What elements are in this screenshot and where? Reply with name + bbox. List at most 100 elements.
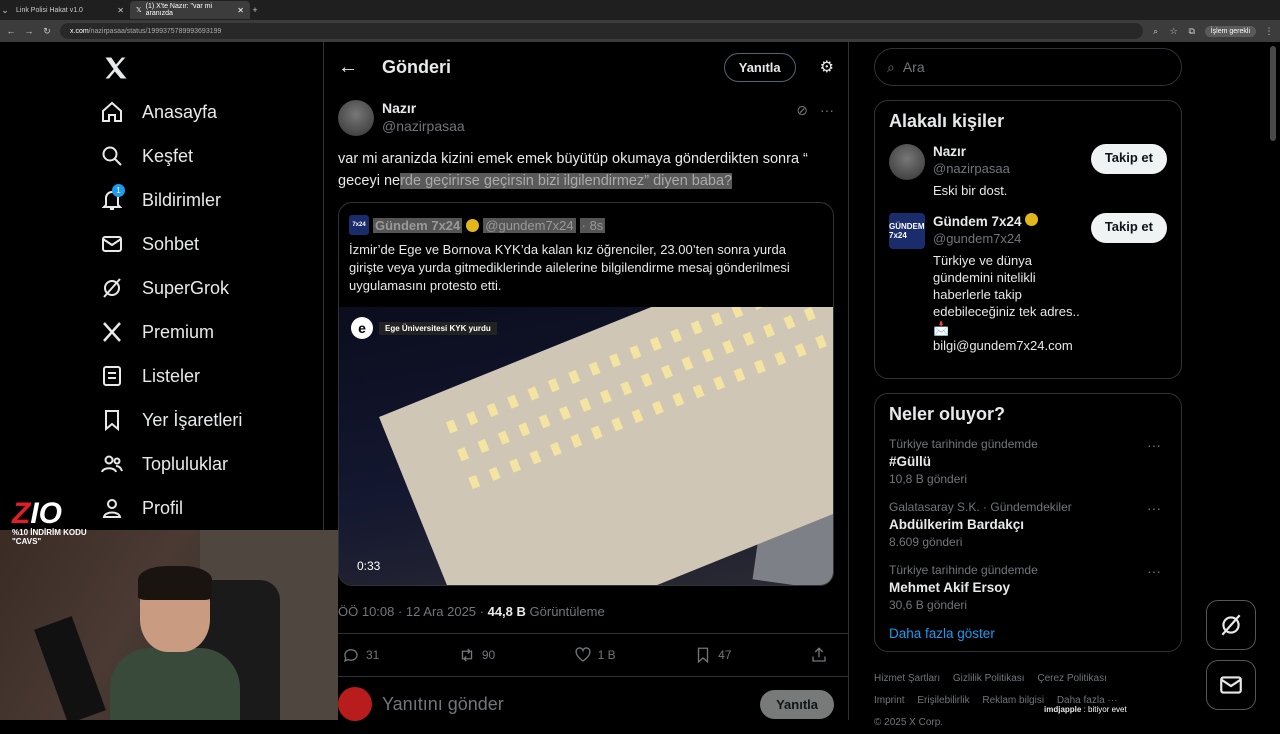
forward-arrow-icon[interactable]: → bbox=[24, 26, 34, 36]
repost-button[interactable]: 90 bbox=[458, 646, 495, 664]
chat-user: imdjapple bbox=[1044, 705, 1081, 714]
footer-link[interactable]: Çerez Politikası bbox=[1037, 673, 1106, 684]
person-bio: Türkiye ve dünya gündemini nitelikli hab… bbox=[933, 252, 1083, 354]
messages-fab-button[interactable] bbox=[1206, 660, 1256, 710]
search-icon bbox=[100, 144, 124, 168]
person-card[interactable]: Nazır @nazirpasaa Eski bir dost. Takip e… bbox=[889, 144, 1167, 199]
nav-item-home[interactable]: Anasayfa bbox=[90, 90, 320, 134]
back-arrow-icon[interactable]: ← bbox=[6, 26, 16, 36]
chat-text: : bitiyor evet bbox=[1081, 705, 1126, 714]
person-card[interactable]: GÜNDEM 7x24 Gündem 7x24 @gundem7x24 Türk… bbox=[889, 213, 1167, 354]
tab-search-icon[interactable]: ⌄ bbox=[0, 5, 10, 16]
verified-icon bbox=[1025, 213, 1038, 226]
trend-count: 10,8 B gönderi bbox=[889, 472, 1167, 486]
sliders-icon[interactable]: ⚙ bbox=[820, 57, 834, 77]
right-sidebar: ⌕ Ara Alakalı kişiler Nazır @nazirpasaa … bbox=[874, 48, 1182, 734]
browser-tab-1[interactable]: Link Polisi Hakat v1.0 ✕ bbox=[10, 1, 130, 19]
left-navigation: Anasayfa Keşfet 1 Bildirimler Sohbet Sup… bbox=[90, 46, 320, 530]
tweet-timestamp[interactable]: ÖÖ 10:08 · 12 Ara 2025 · bbox=[338, 604, 488, 619]
close-icon[interactable]: ✕ bbox=[237, 6, 244, 15]
nav-label: Premium bbox=[142, 322, 214, 343]
new-tab-icon[interactable]: + bbox=[250, 5, 260, 15]
trend-item[interactable]: Türkiye tarihinde gündemde Mehmet Akif E… bbox=[889, 563, 1167, 612]
url-path: /nazirpasaa/status/1999375789993693199 bbox=[89, 28, 222, 35]
follow-button[interactable]: Takip et bbox=[1091, 144, 1167, 174]
reply-submit-button[interactable]: Yanıtla bbox=[760, 690, 834, 719]
scrollbar[interactable] bbox=[1270, 46, 1276, 141]
nav-item-chat[interactable]: Sohbet bbox=[90, 222, 320, 266]
footer-link[interactable]: Gizlilik Politikası bbox=[953, 673, 1025, 684]
heart-icon bbox=[574, 646, 592, 664]
person-handle: @nazirpasaa bbox=[933, 161, 1083, 176]
footer-link[interactable]: Hizmet Şartları bbox=[874, 673, 940, 684]
nav-item-notifications[interactable]: 1 Bildirimler bbox=[90, 178, 320, 222]
follow-button[interactable]: Takip et bbox=[1091, 213, 1167, 243]
reply-header-button[interactable]: Yanıtla bbox=[724, 53, 796, 82]
nav-item-supergrok[interactable]: SuperGrok bbox=[90, 266, 320, 310]
nav-item-explore[interactable]: Keşfet bbox=[90, 134, 320, 178]
star-icon[interactable]: ☆ bbox=[1169, 26, 1179, 37]
close-icon[interactable]: ✕ bbox=[117, 6, 124, 15]
nav-item-premium[interactable]: Premium bbox=[90, 310, 320, 354]
repost-count: 90 bbox=[482, 648, 495, 662]
profile-button[interactable]: İşlem gerekli bbox=[1205, 26, 1256, 37]
address-bar[interactable]: x.com/nazirpasaa/status/1999375789993693… bbox=[60, 23, 1143, 39]
trend-title: #Güllü bbox=[889, 454, 1167, 469]
nav-item-communities[interactable]: Topluluklar bbox=[90, 442, 320, 486]
footer-links: Hizmet Şartları Gizlilik Politikası Çere… bbox=[874, 668, 1182, 734]
bookmark-button[interactable]: 47 bbox=[694, 646, 731, 664]
author-handle[interactable]: @nazirpasaa bbox=[382, 118, 465, 134]
streamer-body bbox=[110, 648, 240, 720]
trend-item[interactable]: Türkiye tarihinde gündemde #Güllü 10,8 B… bbox=[889, 437, 1167, 486]
x-logo-icon[interactable] bbox=[94, 46, 138, 90]
nav-item-profile[interactable]: Profil bbox=[90, 486, 320, 530]
author-name[interactable]: Nazır bbox=[382, 100, 465, 116]
zoom-icon[interactable]: ⌕ bbox=[1151, 26, 1161, 37]
quoted-tweet[interactable]: 7x24 Gündem 7x24 @gundem7x24 · 8s İzmir’… bbox=[338, 202, 834, 586]
reply-input[interactable]: Yanıtını gönder bbox=[382, 694, 750, 715]
mail-icon bbox=[100, 232, 124, 256]
back-arrow-icon[interactable]: ← bbox=[338, 56, 358, 79]
like-button[interactable]: 1 B bbox=[574, 646, 616, 664]
show-more-link[interactable]: Daha fazla göster bbox=[889, 626, 1167, 641]
extensions-icon[interactable]: ⧉ bbox=[1187, 26, 1197, 37]
video-duration: 0:33 bbox=[357, 559, 380, 573]
browser-tab-strip: ⌄ Link Polisi Hakat v1.0 ✕ 𝕏 (1) X'te Na… bbox=[0, 0, 1280, 20]
nav-item-bookmarks[interactable]: Yer İşaretleri bbox=[90, 398, 320, 442]
footer-link[interactable]: Reklam bilgisi bbox=[982, 695, 1044, 706]
more-icon[interactable]: ··· bbox=[1147, 563, 1161, 579]
more-icon[interactable]: ··· bbox=[1147, 500, 1161, 516]
footer-link[interactable]: Erişilebilirlik bbox=[917, 695, 969, 706]
trend-count: 8.609 gönderi bbox=[889, 535, 1167, 549]
menu-icon[interactable]: ⋮ bbox=[1264, 26, 1274, 37]
grok-fab-button[interactable] bbox=[1206, 600, 1256, 650]
tweet-metrics: 31 90 1 B 47 bbox=[324, 634, 848, 677]
notification-badge: 1 bbox=[112, 184, 125, 197]
trend-category: Türkiye tarihinde gündemde bbox=[889, 563, 1167, 577]
trend-title: Mehmet Akif Ersoy bbox=[889, 580, 1167, 595]
tweet-meta: ÖÖ 10:08 · 12 Ara 2025 · 44,8 B Görüntül… bbox=[324, 586, 848, 634]
share-button[interactable] bbox=[810, 646, 828, 664]
nav-label: Anasayfa bbox=[142, 102, 217, 123]
list-icon bbox=[100, 364, 124, 388]
reload-icon[interactable]: ↻ bbox=[42, 26, 52, 37]
search-placeholder: Ara bbox=[903, 59, 925, 75]
avatar bbox=[338, 687, 372, 721]
reply-composer: Yanıtını gönder Yanıtla bbox=[324, 677, 848, 731]
video-player[interactable]: e Ege Üniversitesi KYK yurdu 0:33 bbox=[339, 307, 833, 585]
nav-item-lists[interactable]: Listeler bbox=[90, 354, 320, 398]
grok-icon[interactable]: ⊘ bbox=[796, 102, 808, 119]
browser-tab-2[interactable]: 𝕏 (1) X'te Nazır: "var mi aranızda ✕ bbox=[130, 1, 250, 19]
footer-link[interactable]: Imprint bbox=[874, 695, 905, 706]
more-icon[interactable]: ··· bbox=[1147, 437, 1161, 453]
verified-icon bbox=[466, 219, 479, 232]
nav-label: SuperGrok bbox=[142, 278, 229, 299]
avatar[interactable] bbox=[338, 100, 374, 136]
tab-label: (1) X'te Nazır: "var mi aranızda bbox=[146, 3, 234, 17]
more-icon[interactable]: ··· bbox=[820, 102, 834, 119]
divider bbox=[848, 42, 849, 720]
reply-button[interactable]: 31 bbox=[342, 646, 379, 664]
trend-item[interactable]: Galatasaray S.K. · Gündemdekiler Abdülke… bbox=[889, 500, 1167, 549]
search-input[interactable]: ⌕ Ara bbox=[874, 48, 1182, 86]
trend-count: 30,6 B gönderi bbox=[889, 598, 1167, 612]
